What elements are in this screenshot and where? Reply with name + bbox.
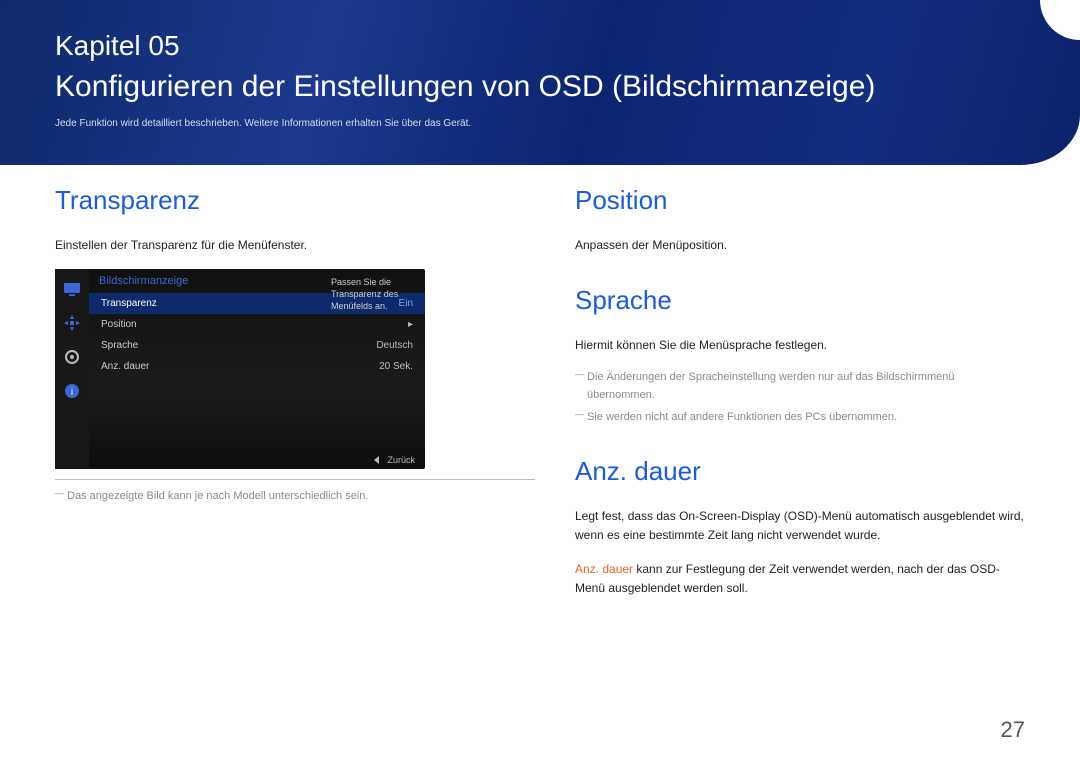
desc-anzdauer-2-rest: kann zur Festlegung der Zeit verwendet w… xyxy=(575,562,1000,595)
osd-row-position[interactable]: Position ▸ xyxy=(89,314,425,335)
monitor-icon xyxy=(62,279,82,299)
section-anzdauer: Anz. dauer Legt fest, dass das On-Screen… xyxy=(575,456,1025,598)
desc-position: Anpassen der Menüposition. xyxy=(575,236,1025,255)
osd-footer: Zurück xyxy=(374,455,415,465)
section-transparenz: Transparenz Einstellen der Transparenz f… xyxy=(55,185,535,506)
svg-text:i: i xyxy=(71,387,73,398)
chapter-title: Konfigurieren der Einstellungen von OSD … xyxy=(55,70,1080,104)
back-arrow-icon xyxy=(374,456,379,464)
info-icon: i xyxy=(62,381,82,401)
note-sprache-2: Sie werden nicht auf andere Funktionen d… xyxy=(575,409,1025,427)
osd-preview: i Bildschirmanzeige Transparenz Ein Posi… xyxy=(55,269,425,469)
gear-icon xyxy=(62,347,82,367)
section-position: Position Anpassen der Menüposition. xyxy=(575,185,1025,255)
desc-sprache: Hiermit können Sie die Menüsprache festl… xyxy=(575,336,1025,355)
content-area: Transparenz Einstellen der Transparenz f… xyxy=(55,185,1025,628)
note-sprache-1: Die Änderungen der Spracheinstellung wer… xyxy=(575,369,1025,404)
heading-transparenz: Transparenz xyxy=(55,185,535,216)
footnote-transparenz: Das angezeigte Bild kann je nach Modell … xyxy=(55,488,535,506)
chapter-label: Kapitel 05 xyxy=(55,30,1080,62)
osd-help-text: Passen Sie die Transparenz des Menüfelds… xyxy=(327,275,419,314)
osd-row-label: Transparenz xyxy=(101,298,157,309)
page-header: Kapitel 05 Konfigurieren der Einstellung… xyxy=(0,0,1080,129)
osd-row-sprache[interactable]: Sprache Deutsch xyxy=(89,335,425,356)
divider xyxy=(55,479,535,480)
osd-sidebar: i xyxy=(55,269,89,469)
heading-anzdauer: Anz. dauer xyxy=(575,456,1025,487)
desc-anzdauer-1: Legt fest, dass das On-Screen-Display (O… xyxy=(575,507,1025,545)
heading-position: Position xyxy=(575,185,1025,216)
page-number: 27 xyxy=(1001,717,1025,743)
desc-anzdauer-2: Anz. dauer kann zur Festlegung der Zeit … xyxy=(575,560,1025,598)
left-column: Transparenz Einstellen der Transparenz f… xyxy=(55,185,535,628)
desc-transparenz: Einstellen der Transparenz für die Menüf… xyxy=(55,236,535,255)
osd-row-value: Deutsch xyxy=(376,340,413,351)
osd-row-label: Anz. dauer xyxy=(101,361,149,372)
heading-sprache: Sprache xyxy=(575,285,1025,316)
osd-row-value: ▸ xyxy=(408,319,413,330)
arrows-icon xyxy=(62,313,82,333)
osd-row-anzdauer[interactable]: Anz. dauer 20 Sek. xyxy=(89,356,425,377)
osd-row-label: Position xyxy=(101,319,137,330)
osd-row-label: Sprache xyxy=(101,340,138,351)
chapter-subtitle: Jede Funktion wird detailliert beschrieb… xyxy=(55,118,1080,129)
osd-row-value: 20 Sek. xyxy=(379,361,413,372)
emphasis-anzdauer: Anz. dauer xyxy=(575,562,633,576)
osd-footer-label: Zurück xyxy=(387,455,415,465)
section-sprache: Sprache Hiermit können Sie die Menüsprac… xyxy=(575,285,1025,426)
right-column: Position Anpassen der Menüposition. Spra… xyxy=(575,185,1025,628)
